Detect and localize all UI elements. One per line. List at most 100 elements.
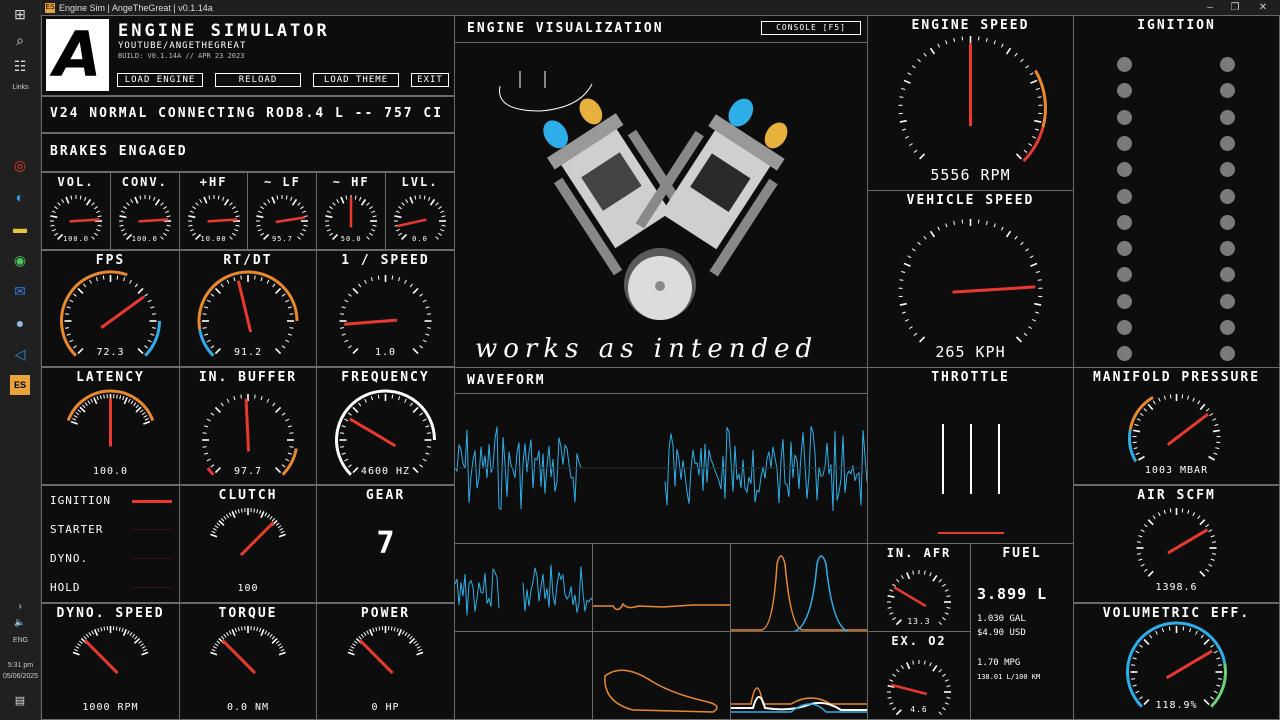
gauge-tick (413, 640, 418, 644)
clock-date[interactable]: 05/06/2025 (0, 673, 41, 680)
gauge-tick (143, 414, 148, 418)
gauge-tick (210, 651, 218, 656)
gauge-tick (204, 333, 209, 336)
load-engine-button[interactable]: LOAD ENGINE (117, 73, 203, 87)
gauge-tick (272, 283, 276, 288)
gauge-tick (354, 195, 357, 200)
edge-icon[interactable]: ◐ (10, 187, 30, 207)
gauge-tick (1187, 395, 1190, 400)
gauge-tick (1213, 452, 1218, 455)
gauge-tick (887, 594, 895, 598)
gauge-value: 100.0 (62, 235, 90, 243)
dyno-speed-gauge: DYNO. SPEED 1000 RPM (41, 603, 180, 720)
gauge-tick (259, 509, 262, 515)
gauge-tick (1205, 408, 1210, 412)
gauge-tick (75, 645, 80, 649)
windows-start-icon[interactable]: ⊞ (10, 4, 30, 24)
hold-indicator[interactable] (132, 587, 172, 588)
chrome-icon[interactable]: ◉ (10, 250, 30, 270)
gauge-range-arc (335, 389, 436, 476)
gauge-dial (898, 219, 1043, 343)
input-buffer-gauge: IN. BUFFER 97.7 (179, 367, 317, 485)
gauge-tick (231, 628, 236, 637)
brakes-status: BRAKES ENGAGED (50, 144, 188, 159)
gauge-tick (131, 633, 136, 638)
ignition-cylinder-dot (1117, 320, 1132, 335)
gauge-tick (904, 319, 909, 322)
gauge-tick (391, 394, 394, 399)
gauge-tick (94, 206, 98, 210)
file-explorer-icon[interactable]: ▬ (10, 218, 30, 238)
dyno-indicator[interactable] (132, 558, 172, 559)
volume-icon[interactable]: 🔈 (10, 612, 30, 632)
gauge-tick (141, 651, 149, 656)
vehicle-speed-gauge: VEHICLE SPEED 265 KPH (867, 190, 1074, 368)
gauge-tick (1189, 628, 1192, 633)
gauge-tick (923, 660, 926, 665)
rtdt-gauge: RT/DT 91.2 (179, 250, 317, 367)
gauge-tick (352, 287, 359, 294)
gauge-tick (1208, 563, 1213, 567)
engine-drawing[interactable] (455, 16, 868, 368)
reload-button[interactable]: RELOAD (215, 73, 301, 87)
engine-sim-icon[interactable]: ES (10, 375, 30, 395)
gauge-needle (359, 639, 394, 675)
gauge-tick (1130, 664, 1136, 666)
task-view-icon[interactable]: ☷ (10, 56, 30, 76)
ignition-panel: IGNITION (1073, 15, 1280, 368)
ignition-indicator[interactable] (132, 500, 172, 503)
gauge-tick (1147, 403, 1154, 411)
gauge-tick (135, 406, 142, 413)
gauge-tick (1216, 684, 1221, 687)
ignition-cylinder-dot (1220, 293, 1235, 309)
vscode-icon[interactable]: ◁ (10, 344, 30, 364)
gauge-tick (216, 640, 221, 644)
gauge-tick (359, 196, 362, 201)
gauge-tick (401, 630, 405, 635)
gauge-tick (65, 196, 70, 204)
starter-indicator[interactable] (132, 529, 172, 530)
opera-icon[interactable]: ◎ (10, 155, 30, 175)
load-theme-button[interactable]: LOAD THEME (313, 73, 399, 87)
engine-name: V24 NORMAL CONNECTING ROD (50, 106, 296, 121)
mini-gauge-row: VOL. 100.0 CONV. 100.0 +HF 10.00 ~ LF 95.7 ~ HF 5… (41, 172, 455, 250)
gauge-tick (371, 228, 376, 232)
gauge-tick (220, 517, 225, 522)
gauge-tick (1205, 524, 1210, 528)
gauge-tick (211, 530, 216, 534)
gauge-tick (1157, 512, 1161, 517)
gauge-tick (344, 458, 349, 462)
gauge-tick (1143, 568, 1148, 572)
mini-gauge: +HF 10.00 (178, 172, 249, 250)
notification-icon[interactable]: ▤ (10, 690, 30, 710)
gauge-tick (993, 40, 996, 45)
gauge-tick (278, 651, 286, 656)
gauge-tick (892, 673, 896, 677)
steam-icon[interactable]: ● (10, 313, 30, 333)
search-icon[interactable]: ⌕ (10, 30, 30, 50)
ignition-control-label: IGNITION (50, 494, 111, 507)
latency-gauge: LATENCY 100.0 (41, 367, 180, 485)
gauge-tick (297, 202, 302, 206)
outlook-icon[interactable]: ✉ (10, 281, 30, 301)
gauge-needle (100, 295, 145, 329)
maximize-icon[interactable]: ❐ (1220, 0, 1250, 15)
gauge-tick (1034, 302, 1042, 306)
gauge-tick (122, 396, 125, 401)
language-indicator[interactable]: ENG (0, 637, 41, 644)
gauge-tick (116, 275, 119, 280)
gauge-tick (406, 633, 411, 638)
gauge-tick (904, 136, 909, 139)
gauge-tick (220, 635, 225, 640)
gauge-tick (202, 196, 208, 204)
gauge-tick (1169, 394, 1172, 399)
gauge-tick (302, 210, 307, 214)
gauge-tick (892, 583, 896, 587)
gauge-tick (422, 339, 427, 343)
gauge-tick (1181, 394, 1184, 399)
gauge-tick (228, 512, 232, 517)
clock-time[interactable]: 5:31 pm (0, 662, 41, 669)
exit-button[interactable]: EXIT (411, 73, 449, 87)
close-icon[interactable]: ✕ (1248, 0, 1278, 15)
gauge-tick (233, 228, 238, 232)
